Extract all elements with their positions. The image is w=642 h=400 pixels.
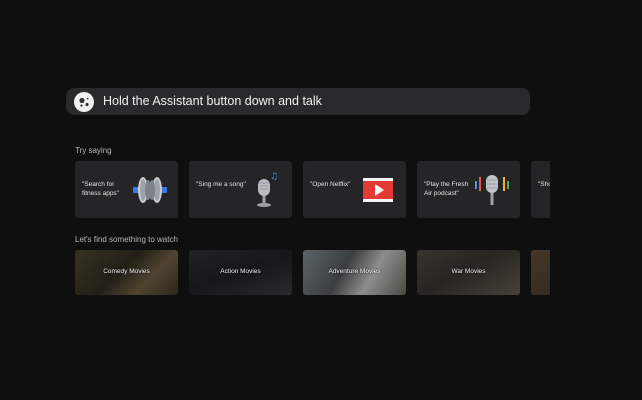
suggestion-text: "Sing me a song"	[196, 181, 246, 188]
suggestion-card-fitness[interactable]: "Search for fitness apps"	[75, 161, 178, 218]
suggestion-card-show-video[interactable]: "Show video	[531, 161, 550, 218]
suggestion-text: "Open Netflix"	[310, 181, 351, 188]
suggestion-text: "Search for fitness apps"	[82, 181, 119, 197]
suggestion-card-song[interactable]: "Sing me a song" ♫	[189, 161, 292, 218]
assistant-prompt-text: Hold the Assistant button down and talk	[103, 94, 322, 108]
suggestion-text: "Show video	[538, 181, 550, 188]
movie-category-comedy[interactable]: Comedy Movies	[75, 250, 178, 295]
movie-category-action[interactable]: Action Movies	[189, 250, 292, 295]
google-assistant-icon	[74, 92, 94, 112]
suggestion-card-podcast[interactable]: "Play the Fresh Air podcast"	[417, 161, 520, 218]
movie-category-partial[interactable]	[531, 250, 550, 295]
suggestion-text: "Play the Fresh Air podcast"	[424, 181, 469, 197]
movie-category-label: Adventure Movies	[328, 268, 381, 275]
movie-category-adventure[interactable]: Adventure Movies	[303, 250, 406, 295]
watch-row: Comedy Movies Action Movies Adventure Mo…	[75, 250, 550, 295]
movie-category-label: War Movies	[451, 268, 486, 275]
try-saying-heading: Try saying	[75, 146, 112, 155]
play-video-icon	[358, 171, 398, 209]
watch-heading: Let's find something to watch	[75, 235, 178, 244]
dumbbell-icon	[130, 171, 170, 209]
movie-category-label: Comedy Movies	[103, 268, 150, 275]
podcast-microphone-icon	[472, 171, 512, 209]
svg-text:♫: ♫	[270, 172, 278, 182]
suggestion-card-netflix[interactable]: "Open Netflix"	[303, 161, 406, 218]
assistant-prompt-bar[interactable]: Hold the Assistant button down and talk	[66, 88, 530, 115]
try-saying-row: "Search for fitness apps" "Sing me a son…	[75, 161, 550, 218]
movie-category-label: Action Movies	[220, 268, 261, 275]
microphone-music-icon: ♫	[244, 171, 284, 209]
movie-category-war[interactable]: War Movies	[417, 250, 520, 295]
